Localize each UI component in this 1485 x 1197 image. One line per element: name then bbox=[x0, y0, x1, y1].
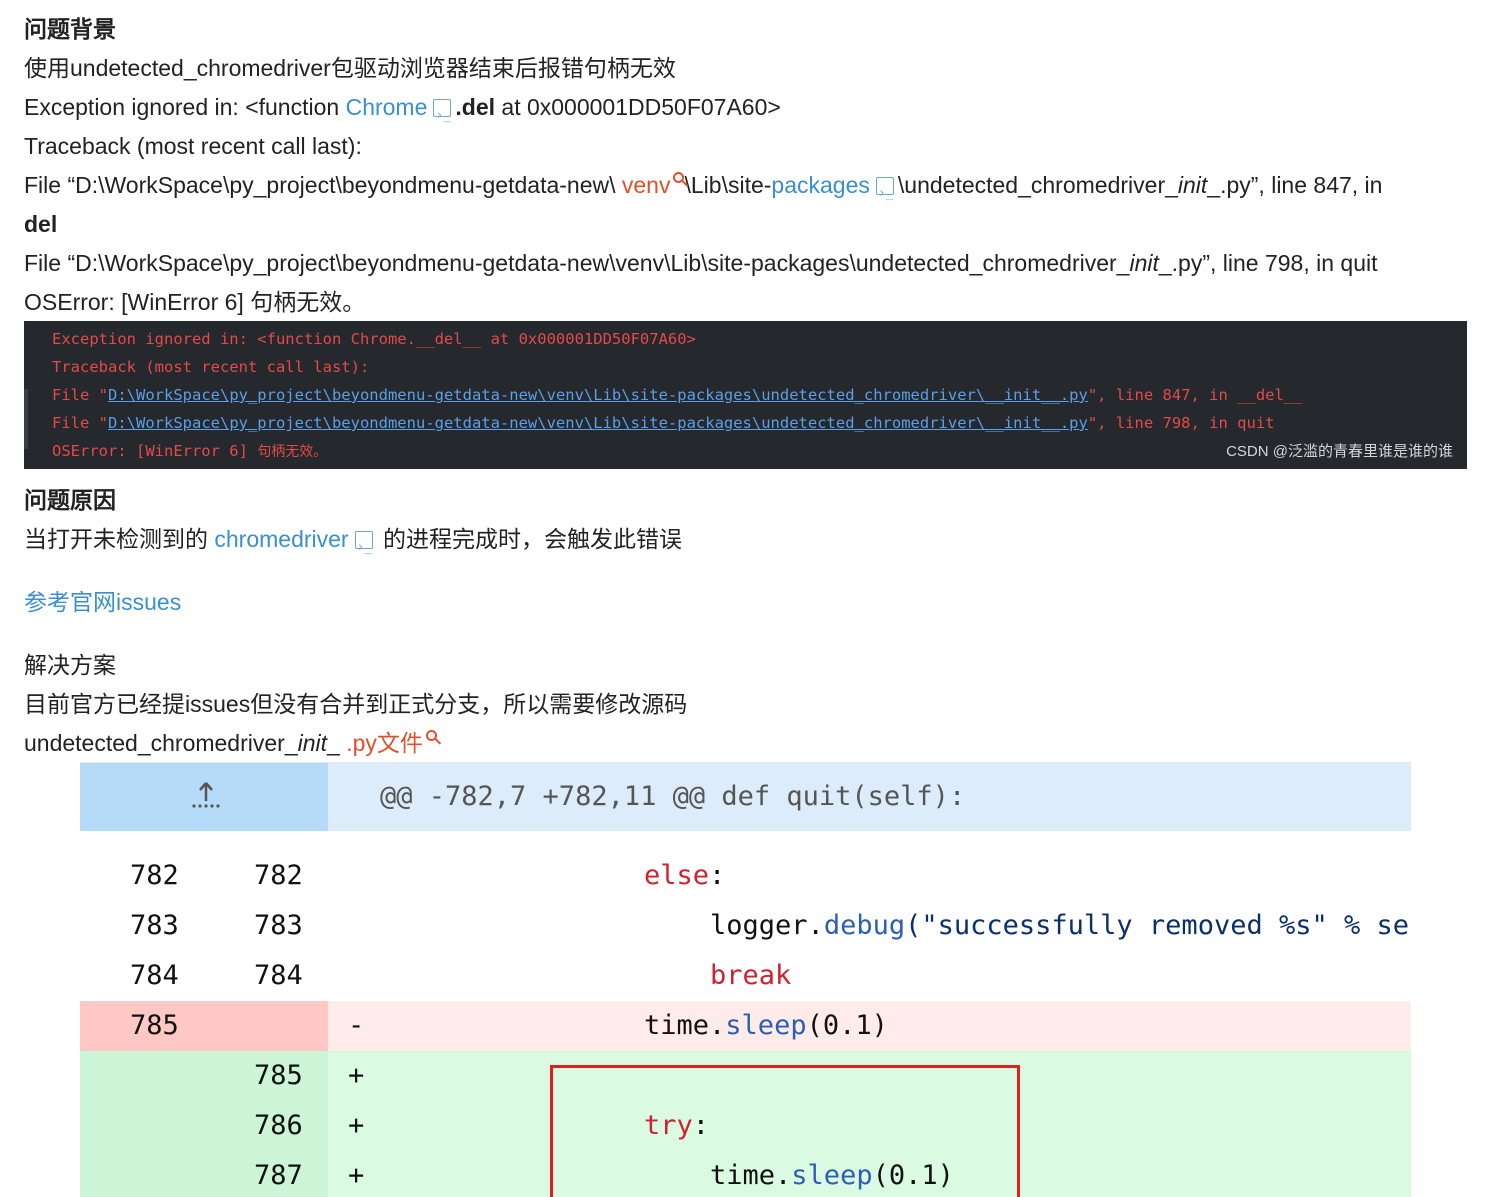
external-code-icon[interactable] bbox=[433, 96, 452, 135]
diff-row: 783 783 logger.debug("successfully remov… bbox=[80, 901, 1411, 951]
punct: . bbox=[807, 910, 824, 941]
cause-suffix: 的进程完成时，会触发此错误 bbox=[376, 526, 682, 552]
terminal-line-1: Exception ignored in: <function Chrome._… bbox=[52, 330, 696, 348]
file1-suffix: _.py”, line 847, in bbox=[1207, 172, 1383, 198]
venv-link[interactable]: venv bbox=[622, 172, 671, 198]
heading-background: 问题背景 bbox=[24, 16, 116, 42]
terminal-path-link[interactable]: D:\WorkSpace\py_project\beyondmenu-getda… bbox=[108, 386, 1088, 404]
cause-prefix: 当打开未检测到的 bbox=[24, 526, 215, 552]
oserror-line: OSError: [WinError 6] 句柄无效。 bbox=[24, 289, 366, 315]
cause-line: 当打开未检测到的 chromedriver 的进程完成时，会触发此错误 bbox=[24, 520, 682, 567]
terminal-edge bbox=[24, 389, 28, 449]
terminal-path-link[interactable]: D:\WorkSpace\py_project\beyondmenu-getda… bbox=[108, 414, 1088, 432]
punct: : bbox=[709, 860, 726, 891]
chrome-link[interactable]: Chrome bbox=[346, 94, 428, 120]
old-line-number: 784 bbox=[130, 960, 179, 991]
code-line: else: bbox=[644, 851, 725, 901]
search-icon[interactable] bbox=[673, 172, 685, 183]
exception-prefix: Exception ignored in: <function bbox=[24, 94, 346, 120]
new-line-number bbox=[254, 1001, 334, 1051]
new-line-number: 784 bbox=[254, 960, 303, 991]
file1-after: \undetected_chromedriver_ bbox=[897, 172, 1178, 198]
file2-suffix: _.py”, line 798, in quit bbox=[1158, 250, 1378, 276]
del-text: .del bbox=[455, 94, 496, 120]
heading-cause: 问题原因 bbox=[24, 487, 116, 513]
highlight-box bbox=[550, 1065, 1020, 1197]
arguments: (0.1) bbox=[806, 1010, 888, 1041]
file2-init: init bbox=[1129, 250, 1159, 276]
terminal-oserror-cn: 句柄无效。 bbox=[257, 444, 328, 460]
solution-title: 解决方案 bbox=[24, 652, 116, 678]
old-line-number bbox=[130, 1101, 210, 1151]
hunk-gutter bbox=[80, 763, 328, 831]
terminal-file-prefix: File " bbox=[52, 386, 108, 404]
diff-sign: - bbox=[348, 1010, 365, 1041]
external-code-icon[interactable] bbox=[875, 174, 894, 213]
file1-mid: \Lib\site- bbox=[684, 172, 772, 198]
terminal-line4-suffix: ", line 798, in quit bbox=[1087, 414, 1275, 432]
diff-row-removed: 785 - time.sleep(0.1) bbox=[80, 1001, 1411, 1051]
terminal-file-prefix: File " bbox=[52, 414, 108, 432]
old-line-number bbox=[130, 1151, 210, 1197]
code-diff-screenshot: @@ -782,7 +782,11 @@ def quit(self): 782… bbox=[80, 762, 1411, 1197]
function-name: debug bbox=[823, 910, 906, 941]
expand-up-icon[interactable] bbox=[186, 777, 226, 817]
new-line-number: 787 bbox=[254, 1160, 303, 1191]
code-line: logger.debug("successfully removed %s" %… bbox=[710, 901, 1409, 951]
search-icon[interactable] bbox=[425, 730, 437, 741]
packages-link[interactable]: packages bbox=[771, 172, 869, 198]
terminal-oserror: OSError: [WinError 6] bbox=[52, 442, 258, 460]
exception-suffix: at 0x000001DD50F07A60> bbox=[495, 94, 781, 120]
code-line: break bbox=[710, 951, 791, 1001]
terminal-line3-suffix: ", line 847, in __del__ bbox=[1087, 386, 1303, 404]
file1-line: File “D:\WorkSpace\py_project\beyondmenu… bbox=[24, 166, 1383, 213]
terminal-line-2: Traceback (most recent call last): bbox=[52, 358, 370, 376]
old-line-number bbox=[130, 1051, 210, 1101]
keyword: else bbox=[644, 860, 710, 891]
csdn-watermark: CSDN @泛滥的青春里谁是谁的谁 bbox=[1226, 443, 1453, 460]
issues-link[interactable]: 参考官网issues bbox=[24, 583, 181, 622]
terminal-line-4: File "D:\WorkSpace\py_project\beyondmenu… bbox=[24, 409, 1467, 437]
file-prefix: undetected_chromedriver_ bbox=[24, 730, 298, 756]
file-init: init bbox=[297, 730, 328, 756]
file1-prefix: File “D:\WorkSpace\py_project\beyondmenu… bbox=[24, 172, 622, 198]
file1-del: del bbox=[24, 211, 58, 237]
file1-init: init bbox=[1177, 172, 1208, 198]
intro-text: 使用undetected_chromedriver包驱动浏览器结束后报错句柄无效 bbox=[24, 55, 676, 81]
code-line: time.sleep(0.1) bbox=[644, 1001, 888, 1051]
chromedriver-link[interactable]: chromedriver bbox=[214, 526, 348, 552]
punct: . bbox=[709, 1010, 726, 1041]
diff-sign: + bbox=[348, 1060, 365, 1091]
file-line: undetected_chromedriver_init_ .py文件 bbox=[24, 724, 437, 763]
identifier: time bbox=[644, 1010, 710, 1041]
old-line-number: 785 bbox=[130, 1010, 179, 1041]
diff-row: 782 782 else: bbox=[80, 851, 1411, 901]
file2-prefix: File “D:\WorkSpace\py_project\beyondmenu… bbox=[24, 250, 1130, 276]
new-line-number: 782 bbox=[254, 860, 303, 891]
diff-sign: + bbox=[348, 1160, 365, 1191]
old-line-number: 783 bbox=[130, 910, 179, 941]
py-file-link[interactable]: .py文件 bbox=[346, 730, 423, 756]
diff-row: 784 784 break bbox=[80, 951, 1411, 1001]
identifier: logger bbox=[710, 910, 808, 941]
solution-text: 目前官方已经提issues但没有合并到正式分支，所以需要修改源码 bbox=[24, 691, 688, 717]
exception-line: Exception ignored in: <function Chrome .d… bbox=[24, 88, 781, 135]
hunk-header: @@ -782,7 +782,11 @@ def quit(self): bbox=[328, 763, 1411, 831]
keyword: break bbox=[710, 960, 792, 991]
diff-sign: + bbox=[348, 1110, 365, 1141]
error-terminal-screenshot: Exception ignored in: <function Chrome._… bbox=[24, 321, 1467, 469]
new-line-number: 785 bbox=[254, 1060, 303, 1091]
function-name: sleep bbox=[725, 1010, 807, 1041]
new-line-number: 783 bbox=[254, 910, 303, 941]
file2-line: File “D:\WorkSpace\py_project\beyondmenu… bbox=[24, 244, 1378, 283]
terminal-line-3: File "D:\WorkSpace\py_project\beyondmenu… bbox=[24, 381, 1467, 409]
traceback-line: Traceback (most recent call last): bbox=[24, 133, 362, 159]
external-code-icon[interactable] bbox=[354, 528, 373, 567]
new-line-number: 786 bbox=[254, 1110, 303, 1141]
arguments: ("successfully removed %s" % se bbox=[905, 910, 1410, 941]
file-sep: _ bbox=[327, 730, 347, 756]
old-line-number: 782 bbox=[130, 860, 179, 891]
